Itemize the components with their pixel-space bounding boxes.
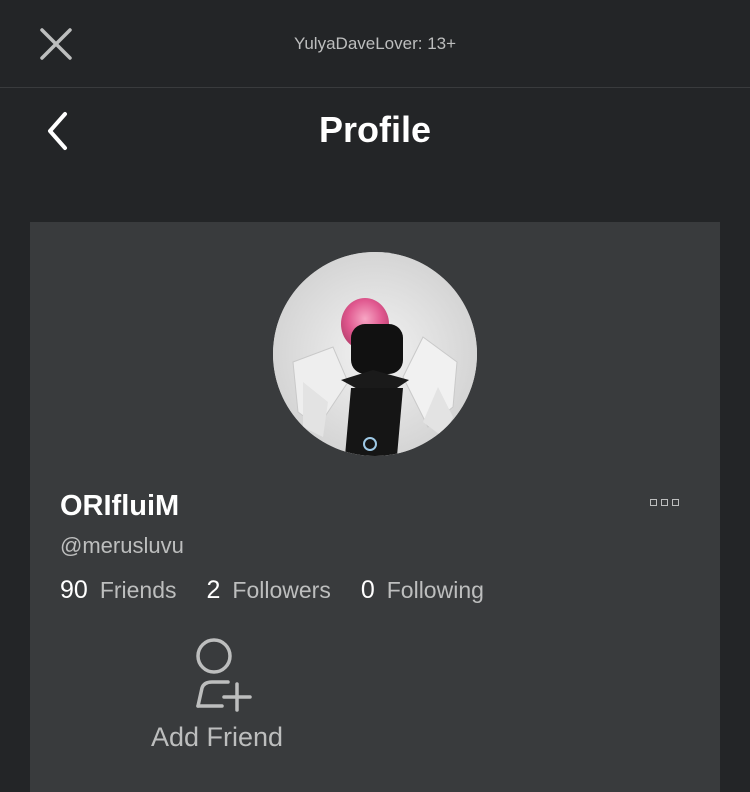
avatar[interactable] <box>273 252 477 456</box>
more-options-icon <box>660 498 668 506</box>
more-options-icon <box>671 498 679 506</box>
followers-count: 2 <box>206 576 221 604</box>
followers-stat[interactable]: 2 Followers <box>207 576 331 605</box>
add-friend-label: Add Friend <box>150 722 284 752</box>
account-label: YulyaDaveLover: 13+ <box>293 34 457 53</box>
display-name: ORIfluiM <box>60 490 180 522</box>
stats-row: 90 Friends 2 Followers 0 Following <box>60 576 514 605</box>
more-options-icon <box>649 498 657 506</box>
friends-stat[interactable]: 90 Friends <box>60 576 177 605</box>
profile-card: ORIfluiM @merusluvu 90 Friends 2 Followe… <box>30 222 720 792</box>
top-bar: YulyaDaveLover: 13+ <box>0 0 750 88</box>
more-options-button[interactable] <box>644 492 684 512</box>
friends-count: 90 <box>60 576 88 604</box>
following-count: 0 <box>360 576 375 604</box>
followers-label: Followers <box>232 577 331 603</box>
username: @merusluvu <box>60 533 184 558</box>
add-friend-icon <box>196 638 252 712</box>
page-title: Profile <box>318 109 432 150</box>
friends-label: Friends <box>99 577 177 603</box>
following-label: Following <box>386 577 484 603</box>
avatar-icon <box>273 252 477 456</box>
page-header: Profile <box>0 89 750 179</box>
add-friend-button[interactable]: Add Friend <box>142 636 292 756</box>
following-stat[interactable]: 0 Following <box>361 576 484 605</box>
